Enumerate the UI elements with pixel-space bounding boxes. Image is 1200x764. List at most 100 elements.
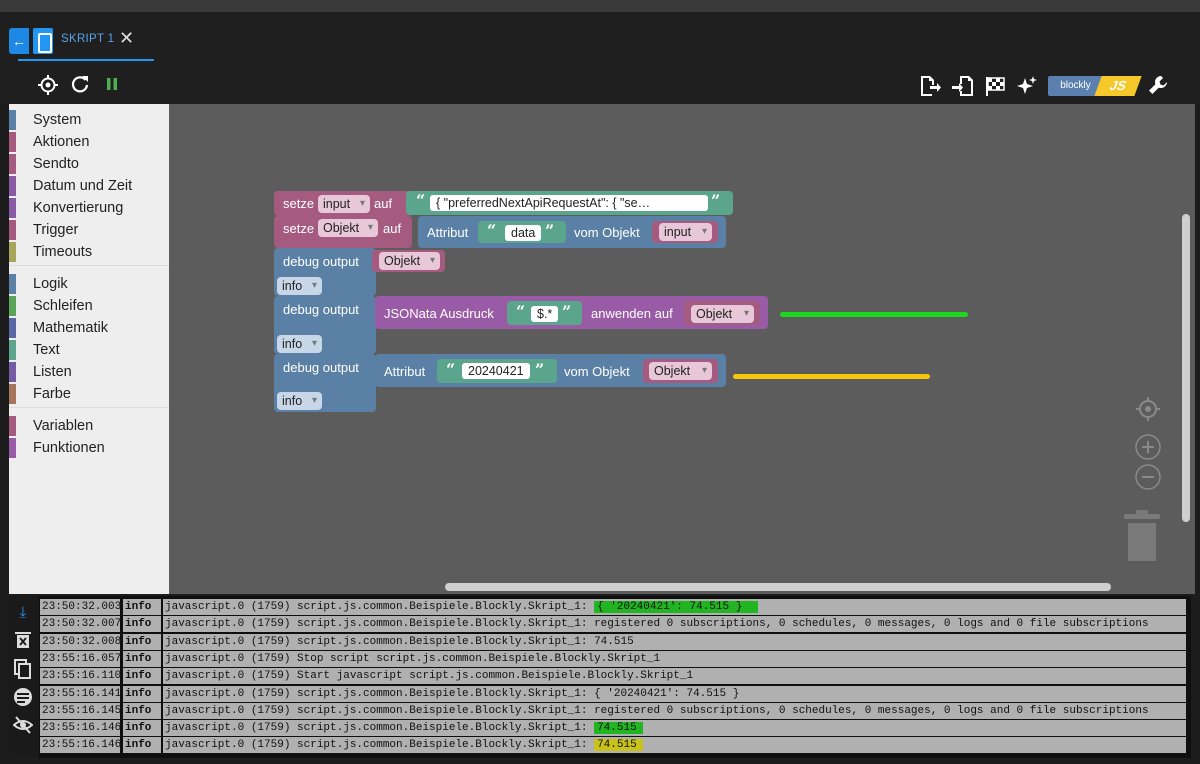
category-trigger[interactable]: Trigger [9,220,169,240]
jsonata-expression-field[interactable]: $.* [531,306,559,322]
auf-label: auf [374,196,393,211]
window-top-strip [0,0,1200,12]
category-variablen[interactable]: Variablen [9,416,169,436]
log-message-text: javascript.0 (1759) script.js.common.Bei… [165,635,634,648]
log-highlight: 74.515 [594,739,643,752]
green-annotation-line [780,312,968,317]
category-funktionen[interactable]: Funktionen [9,438,169,458]
log-message: javascript.0 (1759) script.js.common.Bei… [163,633,1186,650]
variable-dropdown[interactable]: Objekt [379,252,440,270]
variable-dropdown[interactable]: Objekt [649,362,712,380]
variable-dropdown[interactable]: input [659,223,712,241]
import-icon[interactable] [950,74,976,98]
blockly-js-toggle[interactable]: blockly JS [1048,76,1142,96]
recenter-icon[interactable] [1134,396,1162,424]
category-color-swatch [9,318,16,338]
category-text[interactable]: Text [9,340,169,360]
category-color-swatch [9,362,16,382]
anwenden-auf-label: anwenden auf [591,306,673,321]
log-time: 23:55:16.146 [40,720,122,737]
log-message-text: javascript.0 (1759) Start javascript scr… [165,670,694,683]
log-level-dropdown[interactable]: info [277,392,322,410]
clear-icon[interactable] [12,631,34,653]
toggle-columns-icon[interactable] [12,687,34,709]
refresh-icon[interactable] [67,74,93,98]
sparkle-icon[interactable] [1014,74,1040,98]
log-message-text: javascript.0 (1759) script.js.common.Bei… [165,687,740,700]
category-label: Schleifen [33,298,93,314]
download-icon[interactable]: ⤓ [12,602,34,624]
category-datum-und-zeit[interactable]: Datum und Zeit [9,176,169,196]
category-label: Trigger [33,222,79,238]
pause-icon[interactable] [99,74,125,98]
workspace-vertical-scrollbar[interactable] [1182,214,1190,522]
log-message-text: javascript.0 (1759) script.js.common.Bei… [165,618,1149,631]
log-message: javascript.0 (1759) script.js.common.Bei… [163,616,1186,633]
back-button[interactable]: ← [9,28,29,54]
log-time: 23:50:32.007 [40,616,122,633]
hide-icon[interactable] [12,716,34,738]
category-label: Farbe [33,386,71,402]
log-level: info [123,599,161,615]
category-timeouts[interactable]: Timeouts [9,242,169,262]
category-label: Datum und Zeit [33,178,133,194]
workspace-horizontal-scrollbar[interactable] [445,583,1111,591]
log-time: 23:50:32.008 [40,633,122,650]
category-schleifen[interactable]: Schleifen [9,296,169,316]
attribut-label: Attribut [384,364,426,379]
category-konvertierung[interactable]: Konvertierung [9,198,169,218]
category-label: Konvertierung [33,200,124,216]
log-message: javascript.0 (1759) Start javascript scr… [163,668,1186,685]
category-label: Text [33,342,60,358]
flag-icon[interactable] [982,74,1008,98]
category-system[interactable]: System [9,110,169,130]
category-logik[interactable]: Logik [9,274,169,294]
log-time: 23:55:16.146 [40,737,122,754]
jsonata-label: JSONata Ausdruck [384,306,494,321]
category-sendto[interactable]: Sendto [9,154,169,174]
variable-dropdown[interactable]: input [318,195,370,213]
tab-script-label[interactable]: SKRIPT 1 [61,33,114,45]
category-color-swatch [9,220,16,240]
attribute-name-field[interactable]: 20240421 [462,363,530,379]
json-text-field[interactable]: { "preferredNextApiRequestAt": { "se… [430,195,708,211]
export-icon[interactable] [917,74,943,98]
log-message: javascript.0 (1759) script.js.common.Bei… [163,599,1186,615]
setze-label: setze [283,221,315,236]
log-level: info [123,616,161,633]
log-highlight: 74.515 [594,722,643,735]
log-level-dropdown[interactable]: info [277,277,322,295]
category-color-swatch [9,384,16,404]
tab-close-icon[interactable]: ✕ [119,28,134,49]
log-level-dropdown[interactable]: info [277,335,322,353]
category-mathematik[interactable]: Mathematik [9,318,169,338]
attribute-name-field[interactable]: data [505,225,542,241]
wrench-icon[interactable] [1145,74,1171,98]
variable-dropdown[interactable]: Objekt [318,219,378,237]
copy-icon[interactable] [12,659,34,681]
category-color-swatch [9,132,16,152]
open-quote-icon: “ [416,191,426,210]
close-quote-icon: ” [545,221,555,240]
log-time: 23:50:32.003 [40,599,122,615]
log-message: javascript.0 (1759) script.js.common.Bei… [163,720,1186,737]
target-icon[interactable] [35,74,61,98]
log-message: javascript.0 (1759) script.js.common.Bei… [163,702,1186,719]
log-message: javascript.0 (1759) script.js.common.Bei… [163,685,1186,702]
debug-output-label: debug output [283,254,359,269]
trash-icon[interactable] [1122,510,1162,564]
variable-dropdown[interactable]: Objekt [691,305,754,323]
zoom-out-icon[interactable] [1134,464,1162,492]
zoom-in-icon[interactable] [1134,434,1162,462]
log-time: 23:55:16.110 [40,668,122,685]
category-color-swatch [9,416,16,436]
category-aktionen[interactable]: Aktionen [9,132,169,152]
category-listen[interactable]: Listen [9,362,169,382]
category-label: Sendto [33,156,79,172]
close-quote-icon: ” [562,302,572,321]
category-farbe[interactable]: Farbe [9,384,169,404]
log-level: info [123,720,161,737]
log-message-text: javascript.0 (1759) script.js.common.Bei… [165,739,595,752]
category-color-swatch [9,198,16,218]
log-level: info [123,650,161,667]
